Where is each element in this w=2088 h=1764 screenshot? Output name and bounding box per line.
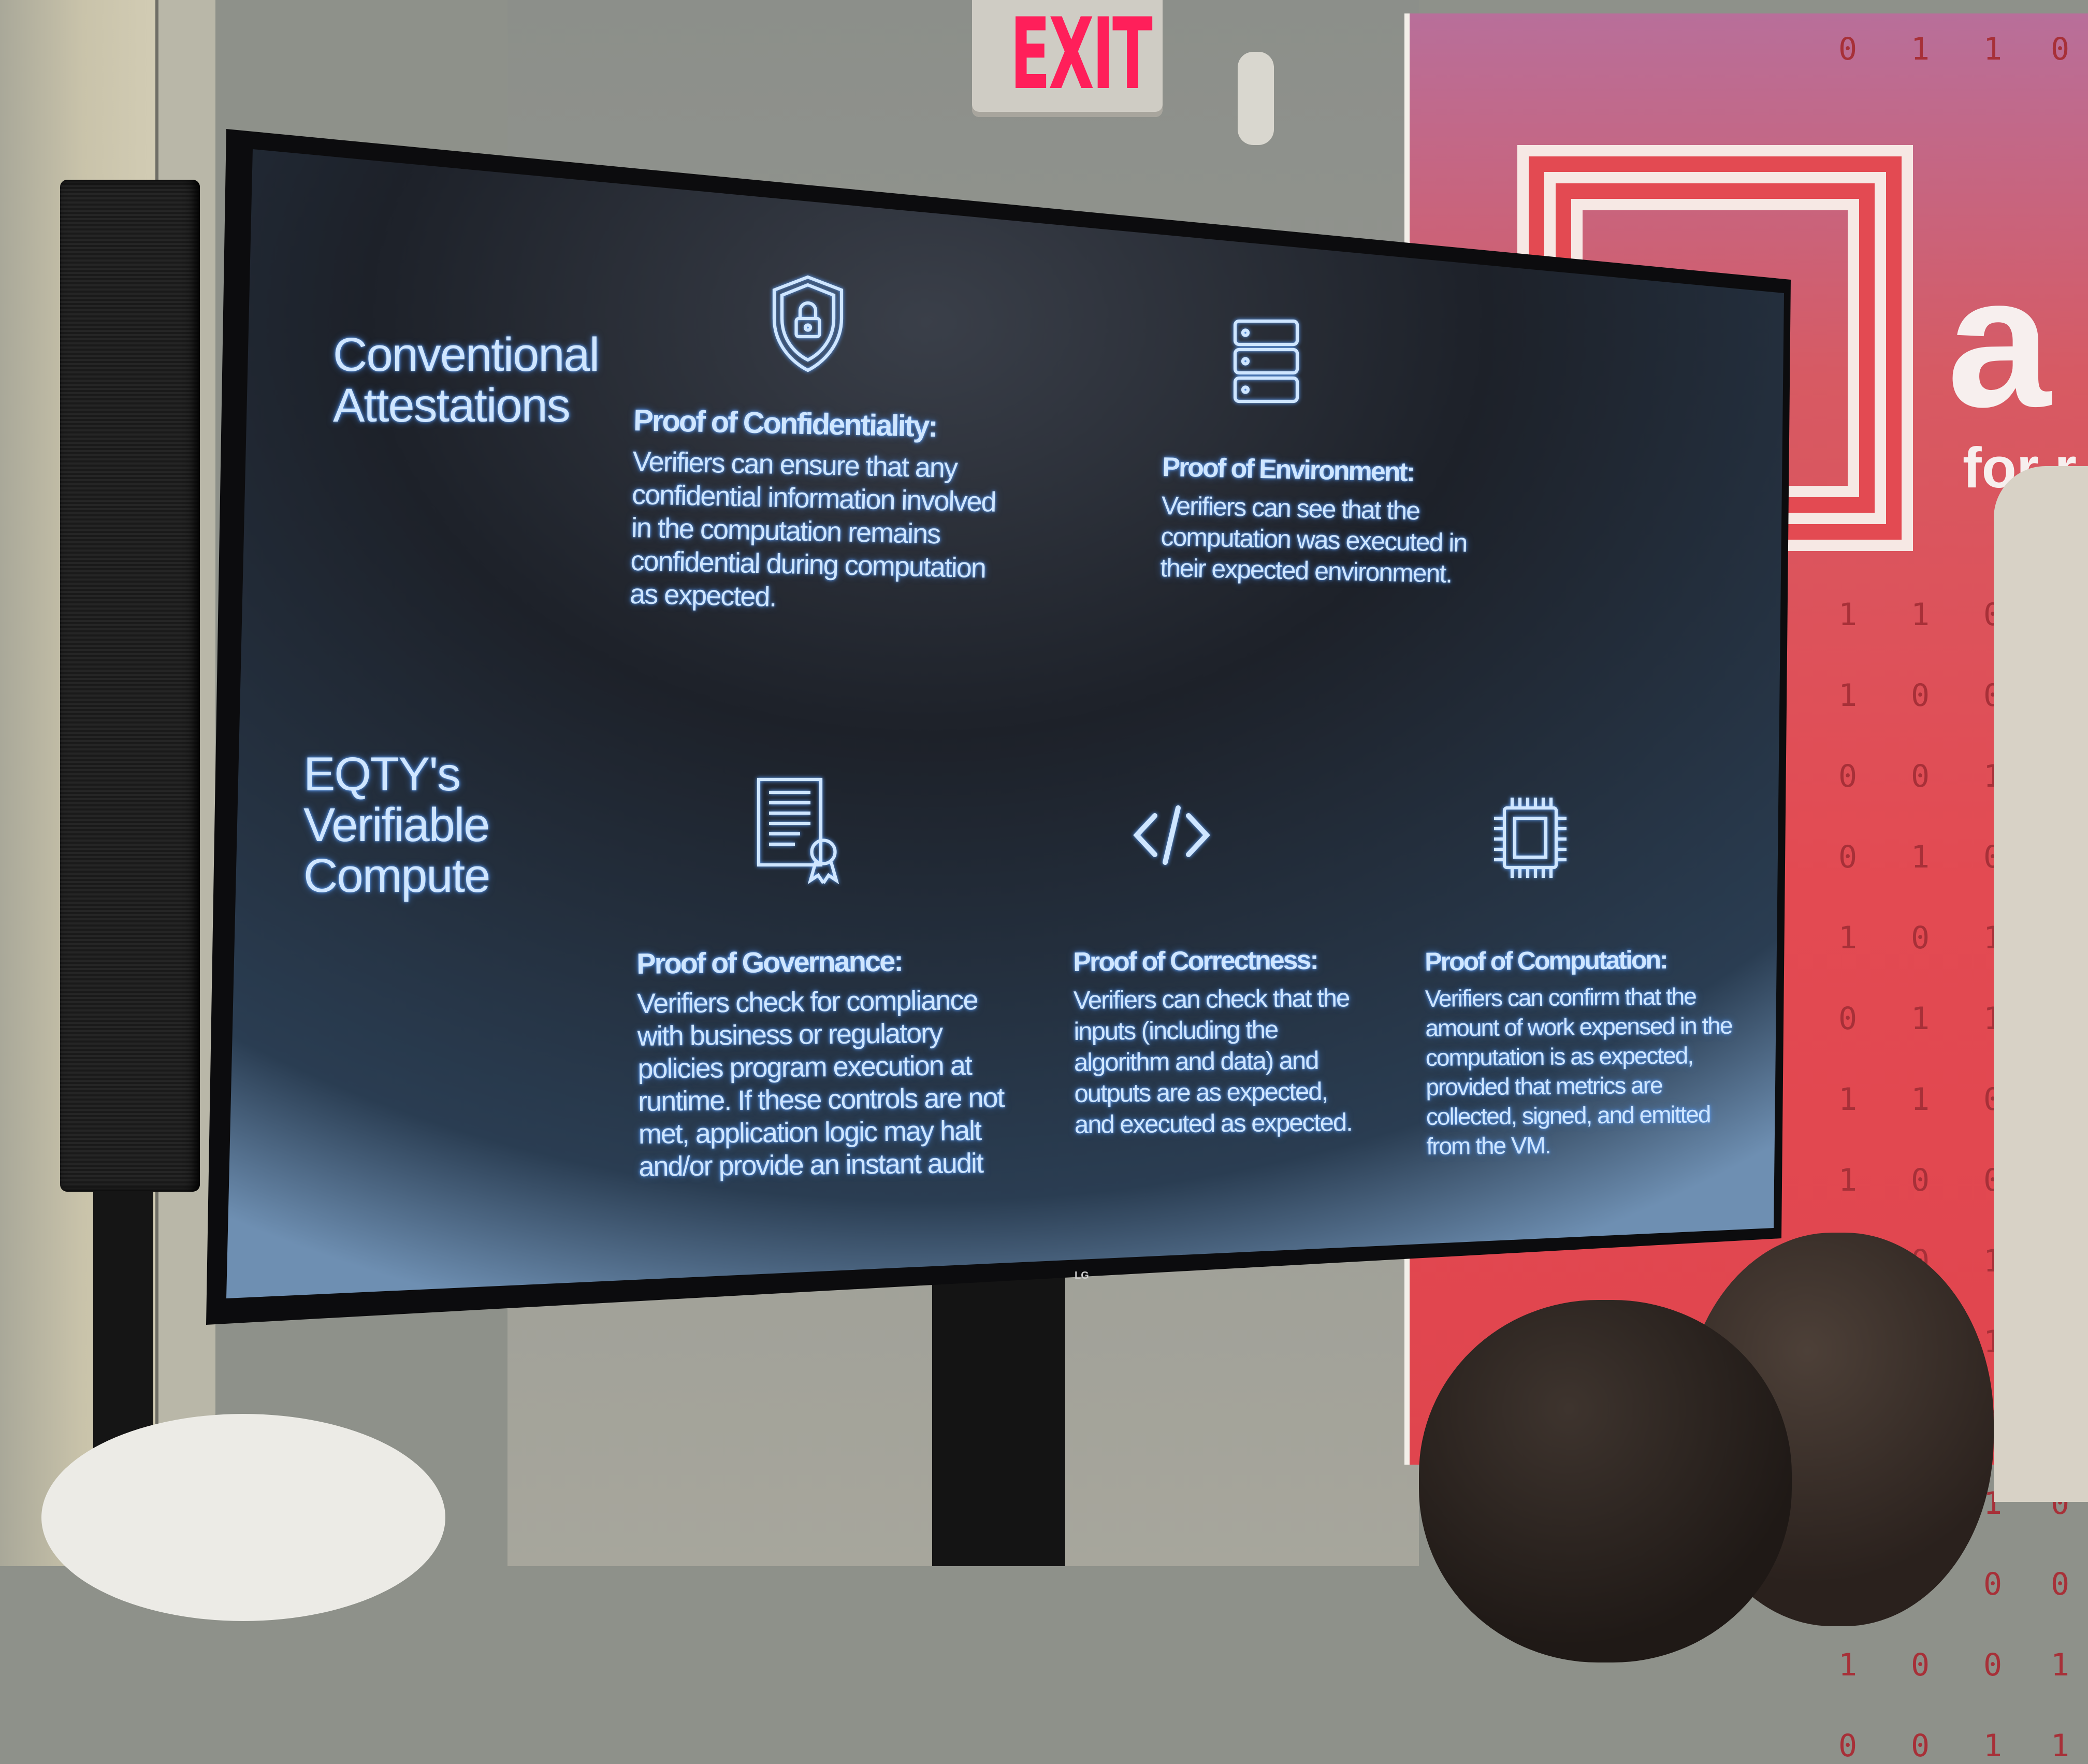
item-proof-of-correctness: Proof of Correctness: Verifiers can chec…	[1073, 944, 1352, 1140]
lg-logo: LG	[1075, 1270, 1089, 1281]
heading-line: Conventional	[333, 328, 600, 381]
item-body: Verifiers can see that the computation w…	[1160, 490, 1468, 589]
item-body: Verifiers can check that the inputs (inc…	[1074, 982, 1352, 1140]
body-line: from the VM.	[1426, 1131, 1550, 1160]
banner-digit: 0	[1983, 1566, 2003, 1602]
body-line: Verifiers can check that the	[1073, 984, 1350, 1015]
body-line: Verifiers check for compliance	[636, 985, 978, 1019]
body-line: provided that metrics are	[1426, 1072, 1662, 1101]
banner-digit: 1	[1983, 1728, 2003, 1764]
heading-line: EQTY's	[303, 748, 461, 801]
body-line: inputs (including the	[1074, 1016, 1278, 1046]
body-line: Verifiers can confirm that the	[1425, 982, 1697, 1012]
item-title: Proof of Computation:	[1425, 945, 1667, 976]
code-brackets-icon	[1133, 805, 1210, 865]
body-line: and executed as expected.	[1074, 1108, 1352, 1139]
row-heading-conventional: Conventional Attestations	[333, 328, 600, 432]
body-line: computation is as expected,	[1425, 1042, 1693, 1071]
body-line: their expected environment.	[1159, 553, 1452, 588]
heading-line: Attestations	[333, 379, 571, 432]
item-title: Proof of Correctness:	[1073, 945, 1318, 977]
banner-digit: 1	[1838, 1647, 1858, 1683]
body-line: policies program execution at	[637, 1050, 972, 1085]
body-line: runtime. If these controls are not	[637, 1082, 1004, 1117]
body-line: algorithm and data) and	[1074, 1046, 1318, 1077]
banner-digit: 0	[1911, 1728, 1930, 1764]
server-stack-icon	[1233, 319, 1299, 403]
item-proof-of-computation: Proof of Computation: Verifiers can conf…	[1425, 944, 1733, 1161]
body-line: and/or provide an instant audit	[639, 1148, 983, 1182]
body-line: amount of work expensed in the	[1425, 1011, 1732, 1042]
banner-digit: 0	[1838, 1728, 1858, 1764]
item-proof-of-confidentiality: Proof of Confidentiality: Verifiers can …	[630, 403, 998, 618]
shield-lock-icon	[772, 275, 844, 372]
body-line: collected, signed, and emitted	[1426, 1101, 1710, 1130]
heading-line: Verifiable	[303, 799, 490, 851]
body-line: with business or regulatory	[637, 1017, 943, 1052]
banner-digit: 0	[1911, 1647, 1930, 1683]
item-title: Proof of Confidentiality:	[633, 403, 937, 444]
cpu-chip-icon	[1494, 798, 1567, 878]
body-line: outputs are as expected,	[1074, 1077, 1328, 1108]
item-proof-of-environment: Proof of Environment: Verifiers can see …	[1160, 452, 1469, 589]
banner-digit: 0	[1983, 1647, 2003, 1683]
item-body: Verifiers can confirm that the amount of…	[1425, 981, 1733, 1161]
item-body: Verifiers can ensure that any confidenti…	[630, 445, 997, 618]
item-proof-of-governance: Proof of Governance: Verifiers check for…	[636, 943, 1005, 1183]
audience-head	[1419, 1300, 1792, 1662]
item-title: Proof of Governance:	[636, 944, 903, 980]
heading-line: Compute	[303, 849, 490, 902]
banner-digit: 1	[2051, 1728, 2070, 1764]
banner-digit: 1	[2051, 1647, 2070, 1683]
body-line: met, application logic may halt	[638, 1115, 981, 1150]
item-title: Proof of Environment:	[1162, 452, 1414, 488]
item-body: Verifiers check for compliance with busi…	[637, 984, 1005, 1183]
certificate-document-icon	[757, 777, 839, 885]
row-heading-eqty: EQTY's Verifiable Compute	[303, 748, 490, 902]
banner-digit: 0	[2051, 1566, 2070, 1602]
